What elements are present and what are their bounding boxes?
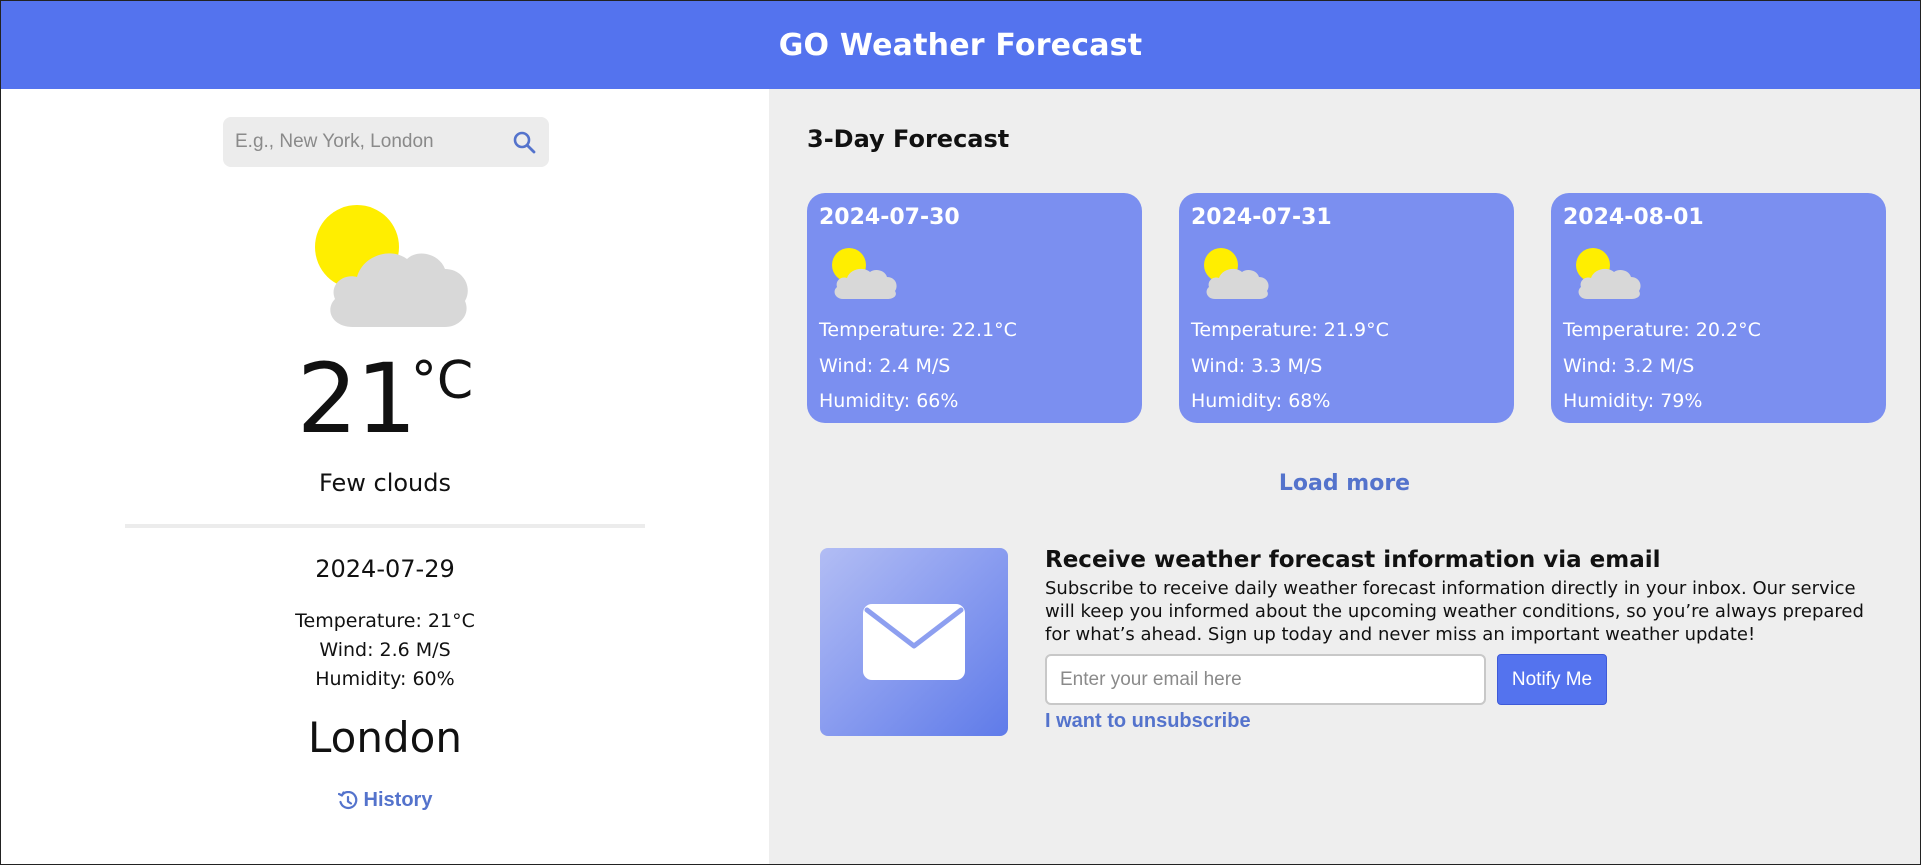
notify-me-button[interactable]: Notify Me xyxy=(1497,654,1607,705)
divider xyxy=(125,524,645,528)
current-weather-panel: 21°C Few clouds 2024-07-29 Temperature: … xyxy=(1,89,769,864)
sun-cloud-icon xyxy=(832,248,897,299)
unsubscribe-link[interactable]: I want to unsubscribe xyxy=(1045,710,1251,733)
forecast-date: 2024-07-30 xyxy=(819,205,960,230)
current-wind-line: Wind: 2.6 M/S xyxy=(319,639,451,661)
forecast-wind: Wind: 3.2 M/S xyxy=(1563,355,1695,377)
forecast-panel: 3-Day Forecast 2024-07-30 Temperature: 2… xyxy=(769,89,1920,864)
forecast-humidity: Humidity: 68% xyxy=(1191,390,1331,412)
email-field[interactable] xyxy=(1045,654,1486,705)
forecast-wind: Wind: 3.3 M/S xyxy=(1191,355,1323,377)
history-label: History xyxy=(363,789,433,811)
history-icon xyxy=(337,790,357,809)
search-input[interactable] xyxy=(223,117,499,167)
forecast-humidity: Humidity: 79% xyxy=(1563,390,1703,412)
app-header: GO Weather Forecast xyxy=(1,1,1920,89)
search-button[interactable] xyxy=(499,117,549,167)
subscribe-title: Receive weather forecast information via… xyxy=(1045,547,1661,573)
history-link[interactable]: History xyxy=(1,789,769,812)
envelope-icon xyxy=(863,604,965,680)
forecast-card: 2024-08-01 Temperature: 20.2°C Wind: 3.2… xyxy=(1551,193,1886,423)
current-temperature: 21°C xyxy=(1,351,769,447)
email-illustration xyxy=(820,548,1008,736)
forecast-temperature: Temperature: 21.9°C xyxy=(1191,319,1389,341)
city-name: London xyxy=(308,713,462,762)
subscribe-description: Subscribe to receive daily weather forec… xyxy=(1045,578,1864,645)
current-date: 2024-07-29 xyxy=(315,555,455,583)
temperature-unit: °C xyxy=(410,351,474,411)
forecast-wind: Wind: 2.4 M/S xyxy=(819,355,951,377)
current-details: Temperature: 21°C Wind: 2.6 M/S Humidity… xyxy=(1,607,769,694)
sun-cloud-icon xyxy=(1204,248,1269,299)
current-humidity-line: Humidity: 60% xyxy=(315,668,455,690)
load-more-button[interactable]: Load more xyxy=(769,471,1920,496)
app-title: GO Weather Forecast xyxy=(778,27,1143,63)
forecast-date: 2024-08-01 xyxy=(1563,205,1704,230)
weather-description: Few clouds xyxy=(318,469,451,497)
current-temperature-line: Temperature: 21°C xyxy=(295,610,475,632)
forecast-temperature: Temperature: 22.1°C xyxy=(819,319,1017,341)
search-icon xyxy=(513,131,536,154)
sun-cloud-icon xyxy=(315,205,468,327)
search-bar xyxy=(223,117,549,167)
forecast-title: 3-Day Forecast xyxy=(807,125,1010,153)
forecast-humidity: Humidity: 66% xyxy=(819,390,959,412)
sun-cloud-icon xyxy=(1576,248,1641,299)
forecast-date: 2024-07-31 xyxy=(1191,205,1332,230)
forecast-temperature: Temperature: 20.2°C xyxy=(1563,319,1761,341)
temperature-value: 21 xyxy=(296,343,417,455)
forecast-card: 2024-07-31 Temperature: 21.9°C Wind: 3.3… xyxy=(1179,193,1514,423)
forecast-card: 2024-07-30 Temperature: 22.1°C Wind: 2.4… xyxy=(807,193,1142,423)
